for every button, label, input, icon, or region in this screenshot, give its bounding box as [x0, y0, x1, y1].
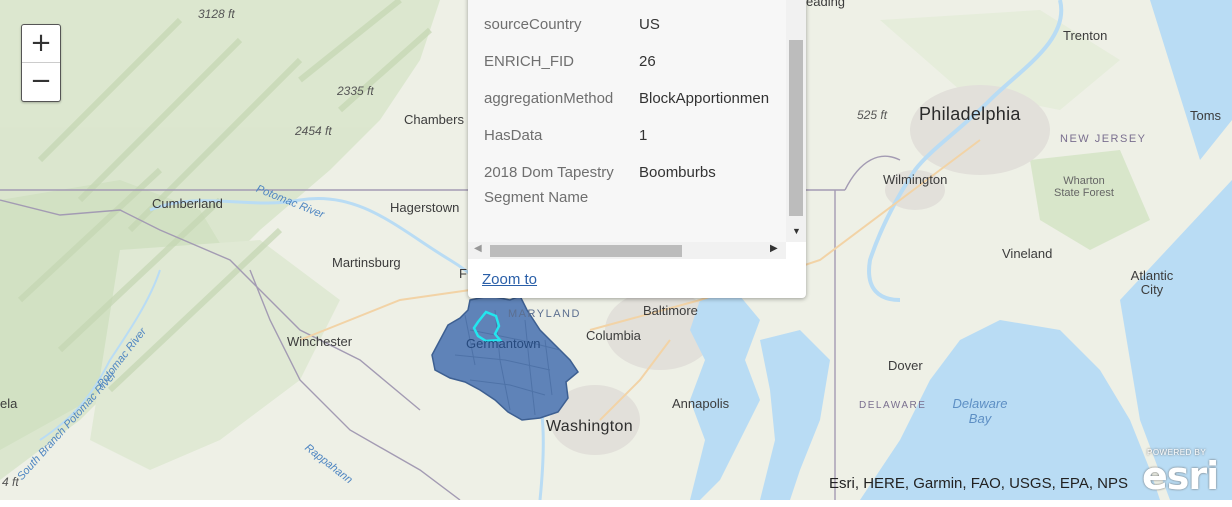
field-key: HasData	[484, 127, 543, 144]
table-row: HasData 1	[480, 123, 769, 160]
field-key: ENRICH_FID	[484, 53, 575, 70]
place-label-annapolis: Annapolis	[672, 396, 730, 411]
field-key: aggregationMethod	[484, 90, 614, 107]
map-attribution: Esri, HERE, Garmin, FAO, USGS, EPA, NPS	[829, 475, 1128, 492]
state-label-maryland: MARYLAND	[508, 308, 581, 320]
field-value: 26	[639, 53, 656, 70]
state-label-delaware: DELAWARE	[859, 400, 927, 411]
zoom-out-button[interactable]: −	[22, 63, 60, 101]
scroll-down-arrow-icon[interactable]: ▼	[792, 226, 801, 236]
place-label-germantown: Germantown	[466, 336, 541, 351]
field-key: 2018 Dom Tapestry Segment Name	[484, 164, 614, 206]
place-label-reading: eading	[806, 0, 846, 9]
place-label-frederick: F	[459, 266, 467, 281]
place-label-vineland: Vineland	[1002, 246, 1053, 261]
place-label-trenton: Trenton	[1063, 28, 1108, 43]
field-value: 1	[639, 127, 648, 144]
elevation-label-4: 4 ft	[2, 475, 19, 489]
field-key: sourceCountry	[484, 16, 582, 33]
scroll-left-arrow-icon[interactable]: ◀	[474, 243, 482, 254]
feature-popup: sourceCountry US ENRICH_FID 26 aggregati…	[468, 0, 806, 298]
place-label-dover: Dover	[888, 358, 923, 373]
place-label-hagerstown: Hagerstown	[390, 200, 460, 215]
popup-content[interactable]: sourceCountry US ENRICH_FID 26 aggregati…	[468, 0, 786, 250]
scroll-right-arrow-icon[interactable]: ▶	[770, 243, 778, 254]
place-label-washington: Washington	[546, 418, 633, 435]
place-label-cumberland: Cumberland	[152, 196, 223, 211]
horizontal-scrollbar[interactable]: ◀ ▶	[468, 242, 786, 259]
zoom-to-link[interactable]: Zoom to	[482, 271, 537, 288]
place-label-ela: ela	[0, 396, 18, 411]
table-row: sourceCountry US	[480, 12, 769, 49]
place-label-baltimore: Baltimore	[643, 303, 698, 318]
place-label-atlantic-city: Atlantic City	[1130, 268, 1174, 297]
zoom-control: + −	[21, 24, 61, 102]
esri-logo[interactable]: POWERED BY esri	[1140, 448, 1222, 498]
zoom-in-button[interactable]: +	[22, 25, 60, 63]
elevation-label-3128: 3128 ft	[198, 7, 235, 21]
state-label-new-jersey: NEW JERSEY	[1060, 133, 1147, 145]
place-label-columbia: Columbia	[586, 328, 641, 343]
map-view[interactable]: Trenton Philadelphia Toms eading Wilming…	[0, 0, 1232, 500]
field-value: US	[639, 16, 660, 33]
place-label-martinsburg: Martinsburg	[332, 255, 401, 270]
field-value: Boomburbs	[639, 164, 716, 181]
place-label-chambersburg: Chambers	[404, 112, 464, 127]
elevation-label-2335: 2335 ft	[337, 84, 374, 98]
place-label-toms: Toms	[1190, 108, 1222, 123]
elevation-label-2454: 2454 ft	[295, 124, 332, 138]
place-label-philadelphia: Philadelphia	[919, 104, 1021, 124]
elevation-label-525: 525 ft	[857, 108, 888, 122]
table-row: ENRICH_FID 26	[480, 49, 769, 86]
place-label-winchester: Winchester	[287, 334, 353, 349]
place-label-wilmington: Wilmington	[883, 172, 948, 187]
vertical-scrollbar[interactable]: ▼	[786, 0, 806, 242]
table-row: 2018 Dom Tapestry Segment Name Boomburbs	[480, 160, 769, 222]
esri-wordmark: esri	[1142, 454, 1219, 498]
table-row: aggregationMethod BlockApportionmen	[480, 86, 769, 123]
scroll-thumb[interactable]	[490, 245, 682, 257]
field-value: BlockApportionmen	[639, 90, 770, 107]
forest-label-wharton: Wharton State Forest	[1054, 175, 1114, 199]
popup-attribute-table: sourceCountry US ENRICH_FID 26 aggregati…	[480, 12, 769, 222]
scroll-thumb[interactable]	[789, 40, 803, 216]
water-label-delaware-bay: Delaware Bay	[952, 396, 1008, 426]
